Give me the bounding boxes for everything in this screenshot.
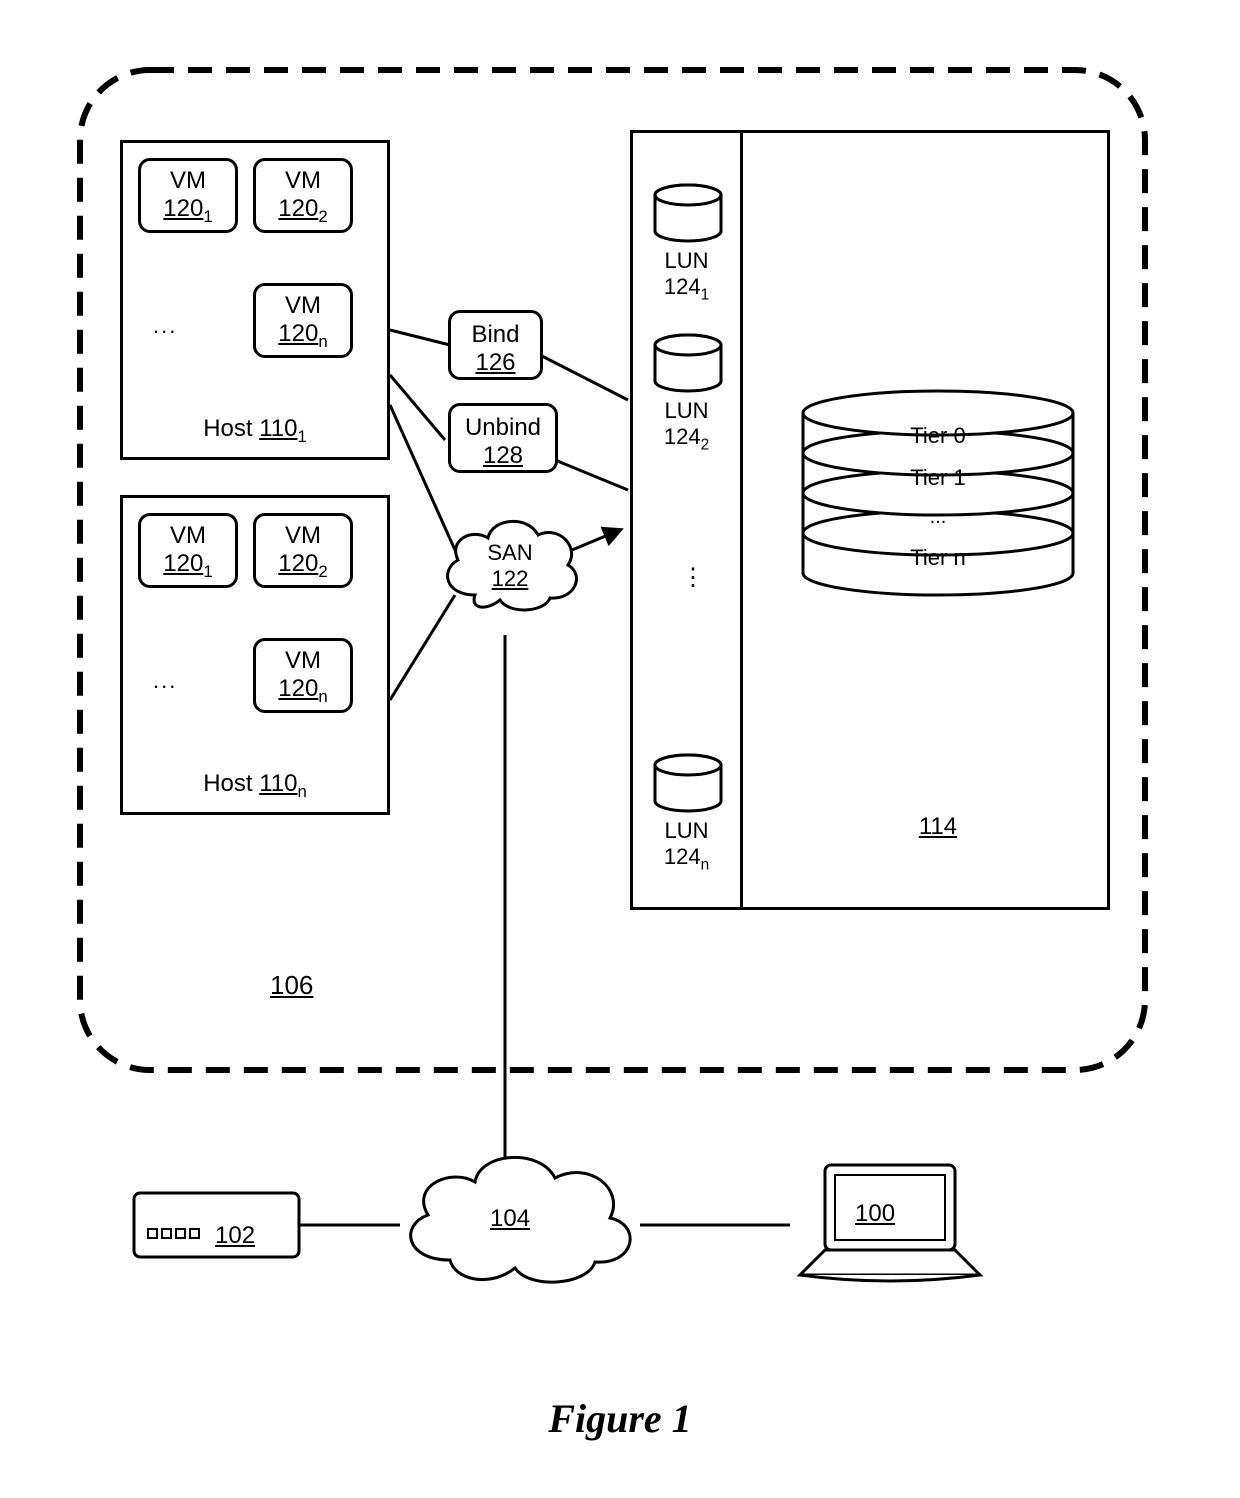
host1-vmn: VM 120n bbox=[253, 283, 353, 358]
vm-label: VM bbox=[170, 522, 206, 549]
vm-ref: 120 bbox=[163, 550, 203, 577]
system-ref: 106 bbox=[270, 970, 313, 1001]
laptop-ref: 100 bbox=[855, 1200, 895, 1229]
lun-cylinder-icon bbox=[651, 183, 725, 245]
lun1-label: LUN 1241 bbox=[633, 248, 740, 305]
bind-box: Bind 126 bbox=[448, 310, 543, 380]
ellipsis: ... bbox=[153, 668, 177, 694]
lun-cylinder-icon bbox=[651, 753, 725, 815]
host-n: VM 1201 VM 1202 ... VM 120n Host 110n bbox=[120, 495, 390, 815]
vm-ref: 120 bbox=[278, 320, 318, 347]
vm-label: VM bbox=[285, 167, 321, 194]
tier-stack-icon bbox=[788, 383, 1088, 613]
vm-sub: 2 bbox=[318, 562, 327, 581]
host1-label: Host 1101 bbox=[123, 415, 387, 447]
vm-label: VM bbox=[285, 647, 321, 674]
host2-label: Host 110n bbox=[123, 770, 387, 802]
vm-sub: 2 bbox=[318, 207, 327, 226]
host2-vm1: VM 1201 bbox=[138, 513, 238, 588]
vm-sub: 1 bbox=[203, 207, 212, 226]
ellipsis: ... bbox=[153, 313, 177, 339]
lun-cylinder-icon bbox=[651, 333, 725, 395]
vm-ref: 120 bbox=[278, 675, 318, 702]
network-cloud-ref: 104 bbox=[490, 1205, 530, 1234]
vdots: ⋮ bbox=[681, 563, 705, 592]
host-1: VM 1201 VM 1202 ... VM 120n Host 1101 bbox=[120, 140, 390, 460]
host1-vm1: VM 1201 bbox=[138, 158, 238, 233]
vm-ref: 120 bbox=[278, 195, 318, 222]
vm-sub: 1 bbox=[203, 562, 212, 581]
vm-sub: n bbox=[318, 687, 327, 706]
figure-title: Figure 1 bbox=[0, 1395, 1240, 1442]
lun2-label: LUN 1242 bbox=[633, 398, 740, 455]
vm-label: VM bbox=[285, 522, 321, 549]
vm-label: VM bbox=[285, 292, 321, 319]
host1-vm2: VM 1202 bbox=[253, 158, 353, 233]
vm-label: VM bbox=[170, 167, 206, 194]
tiern-label: Tier n bbox=[788, 545, 1088, 571]
lunn-label: LUN 124n bbox=[633, 818, 740, 875]
host2-vmn: VM 120n bbox=[253, 638, 353, 713]
san-label: SAN 122 bbox=[470, 540, 550, 593]
vm-ref: 120 bbox=[278, 550, 318, 577]
tier-dots-label: ... bbox=[788, 505, 1088, 529]
tier0-label: Tier 0 bbox=[788, 423, 1088, 449]
vm-ref: 120 bbox=[163, 195, 203, 222]
tier1-label: Tier 1 bbox=[788, 465, 1088, 491]
appliance-ref: 102 bbox=[215, 1222, 255, 1251]
storage-ref: 114 bbox=[823, 813, 1053, 842]
vm-sub: n bbox=[318, 332, 327, 351]
storage-array: LUN 1241 LUN 1242 ⋮ LUN bbox=[630, 130, 1110, 910]
host2-vm2: VM 1202 bbox=[253, 513, 353, 588]
unbind-box: Unbind 128 bbox=[448, 403, 558, 473]
lun-column: LUN 1241 LUN 1242 ⋮ LUN bbox=[633, 133, 743, 907]
